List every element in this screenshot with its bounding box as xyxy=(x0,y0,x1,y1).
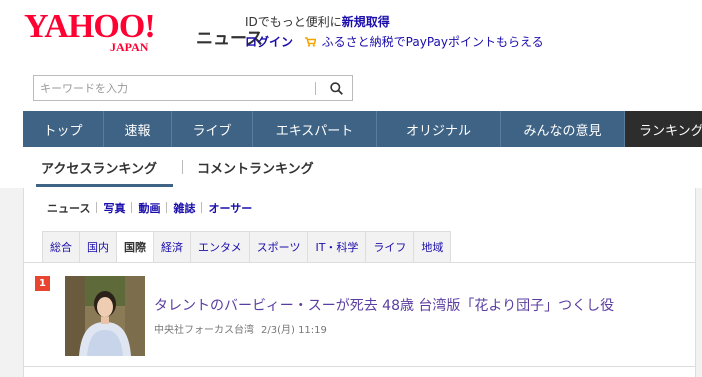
category-divider xyxy=(96,202,98,213)
category-video[interactable]: 動画 xyxy=(138,202,160,215)
nav-top[interactable]: トップ xyxy=(23,111,104,147)
article-headline[interactable]: タレントのバービィー・スーが死去 48歳 台湾版「花より団子」つくし役 xyxy=(154,295,614,315)
nav-live[interactable]: ライブ xyxy=(172,111,253,147)
article-thumbnail[interactable] xyxy=(65,276,145,356)
nav-ranking[interactable]: ランキング xyxy=(625,111,702,147)
tab-entertainment[interactable]: エンタメ xyxy=(190,231,250,262)
category-news[interactable]: ニュース xyxy=(47,202,90,215)
tab-it-science[interactable]: IT・科学 xyxy=(307,231,367,262)
tab-domestic[interactable]: 国内 xyxy=(79,231,117,262)
tab-local[interactable]: 地域 xyxy=(413,231,452,262)
subtab-divider xyxy=(182,160,183,174)
register-link[interactable]: 新規取得 xyxy=(342,15,390,29)
article-datetime: 2/3(月) 11:19 xyxy=(261,325,327,336)
nav-original[interactable]: オリジナル xyxy=(377,111,501,147)
tab-international[interactable]: 国際 xyxy=(116,231,154,262)
search-box xyxy=(33,75,353,101)
tab-life[interactable]: ライフ xyxy=(365,231,415,262)
yahoo-japan-logo[interactable]: YAHOO! JAPAN ニュース xyxy=(24,8,263,58)
tab-access-ranking[interactable]: アクセスランキング xyxy=(41,158,157,177)
search-icon xyxy=(329,81,343,95)
nav-breaking[interactable]: 速報 xyxy=(104,111,172,147)
tab-sports[interactable]: スポーツ xyxy=(248,231,309,262)
search-divider xyxy=(315,82,316,95)
category-photo[interactable]: 写真 xyxy=(103,202,125,215)
header-links: ログイン ふるさと納税でPayPayポイントもらえる xyxy=(245,33,544,50)
cart-icon xyxy=(304,37,316,47)
tab-economy[interactable]: 経済 xyxy=(153,231,191,262)
category-magazine[interactable]: 雑誌 xyxy=(173,202,195,215)
login-prompt-text: IDでもっと便利に xyxy=(245,15,342,29)
article-divider xyxy=(24,366,695,367)
tab-general[interactable]: 総合 xyxy=(42,231,80,262)
logo-main-text: YAHOO! xyxy=(24,8,156,45)
ranking-subtabs: アクセスランキング コメントランキング xyxy=(23,151,702,187)
article-meta: 中央社フォーカス台湾 2/3(月) 11:19 xyxy=(154,321,327,336)
search-button[interactable] xyxy=(320,76,352,100)
login-link[interactable]: ログイン xyxy=(245,35,293,49)
active-tab-indicator xyxy=(36,184,173,187)
nav-opinions[interactable]: みんなの意見 xyxy=(501,111,625,147)
furusato-link[interactable]: ふるさと納税でPayPayポイントもらえる xyxy=(322,35,544,49)
logo-sub-text: JAPAN xyxy=(110,40,149,54)
article-photo xyxy=(65,276,145,356)
category-links: ニュース 写真 動画 雑誌 オーサー xyxy=(47,200,252,216)
login-prompt: IDでもっと便利に新規取得 xyxy=(245,13,390,30)
rank-badge: 1 xyxy=(35,276,50,291)
genre-tabs: 総合 国内 国際 経済 エンタメ スポーツ IT・科学 ライフ 地域 xyxy=(42,231,452,262)
ranking-card: ニュース 写真 動画 雑誌 オーサー 総合 国内 国際 経済 エンタメ スポーツ IT・… xyxy=(23,188,696,377)
tab-comment-ranking[interactable]: コメントランキング xyxy=(197,158,314,177)
category-divider xyxy=(131,202,133,213)
nav-expert[interactable]: エキスパート xyxy=(253,111,377,147)
search-input[interactable] xyxy=(34,76,314,100)
category-divider xyxy=(201,202,203,213)
main-nav: トップ 速報 ライブ エキスパート オリジナル みんなの意見 ランキング xyxy=(23,111,702,147)
category-author[interactable]: オーサー xyxy=(208,202,252,215)
ranking-item[interactable]: 1 タレントのバービィー・スーが死去 48歳 台湾版「花より団子」つくし役 中央… xyxy=(24,263,695,367)
article-source: 中央社フォーカス台湾 xyxy=(154,325,254,336)
category-divider xyxy=(166,202,168,213)
